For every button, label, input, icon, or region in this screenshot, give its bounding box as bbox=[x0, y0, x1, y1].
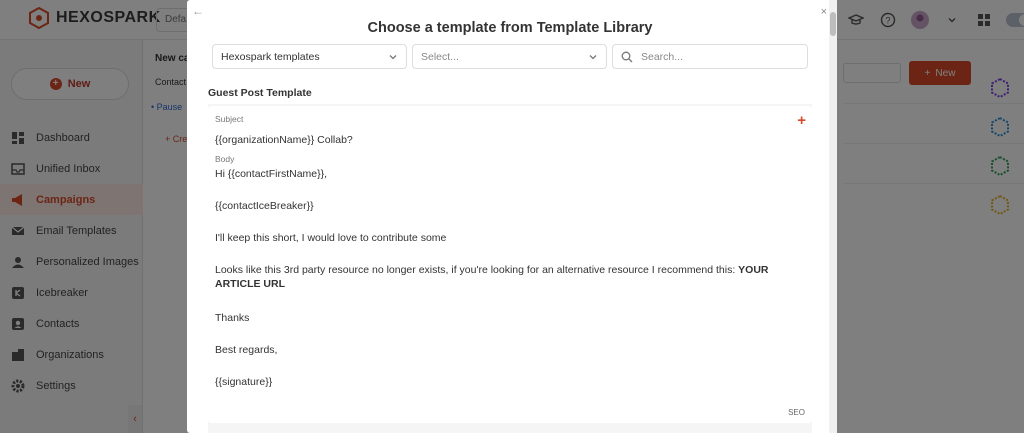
chevron-down-icon bbox=[589, 54, 597, 59]
body-thanks: Thanks bbox=[215, 312, 250, 324]
modal-scrollbar[interactable] bbox=[829, 0, 837, 433]
template-library-modal: ← × Choose a template from Template Libr… bbox=[187, 0, 837, 433]
template-search[interactable] bbox=[612, 44, 808, 69]
category-select[interactable]: Select... bbox=[412, 44, 607, 69]
back-arrow-icon[interactable]: ← bbox=[192, 4, 204, 18]
body-regards: Best regards, bbox=[215, 344, 278, 356]
search-input[interactable] bbox=[641, 50, 791, 63]
template-name: Guest Post Template bbox=[208, 87, 312, 99]
template-card[interactable]: + Subject {{organizationName}} Collab? B… bbox=[208, 106, 812, 423]
scrollbar-thumb[interactable] bbox=[830, 12, 836, 36]
body-line-2-text: Looks like this 3rd party resource no lo… bbox=[215, 264, 739, 276]
subject-text: {{organizationName}} Collab? bbox=[215, 134, 353, 146]
modal-title: Choose a template from Template Library bbox=[367, 20, 653, 36]
category-select-placeholder: Select... bbox=[421, 50, 459, 63]
search-icon bbox=[621, 51, 633, 62]
add-template-icon[interactable]: + bbox=[797, 112, 806, 129]
body-greeting: Hi {{contactFirstName}}, bbox=[215, 168, 328, 180]
filter-bar: Hexospark templates Select... bbox=[212, 44, 808, 69]
template-tag: SEO bbox=[788, 408, 805, 417]
chevron-down-icon bbox=[389, 54, 397, 59]
body-icebreaker: {{contactIceBreaker}} bbox=[215, 200, 314, 212]
body-signature: {{signature}} bbox=[215, 376, 273, 388]
body-label: Body bbox=[215, 154, 235, 164]
close-icon[interactable]: × bbox=[821, 6, 827, 18]
library-select[interactable]: Hexospark templates bbox=[212, 44, 407, 69]
library-select-value: Hexospark templates bbox=[221, 50, 320, 63]
body-line-1: I'll keep this short, I would love to co… bbox=[215, 232, 447, 244]
subject-label: Subject bbox=[215, 114, 244, 124]
template-list: + Subject {{organizationName}} Collab? B… bbox=[208, 104, 812, 433]
body-line-2: Looks like this 3rd party resource no lo… bbox=[215, 263, 795, 291]
